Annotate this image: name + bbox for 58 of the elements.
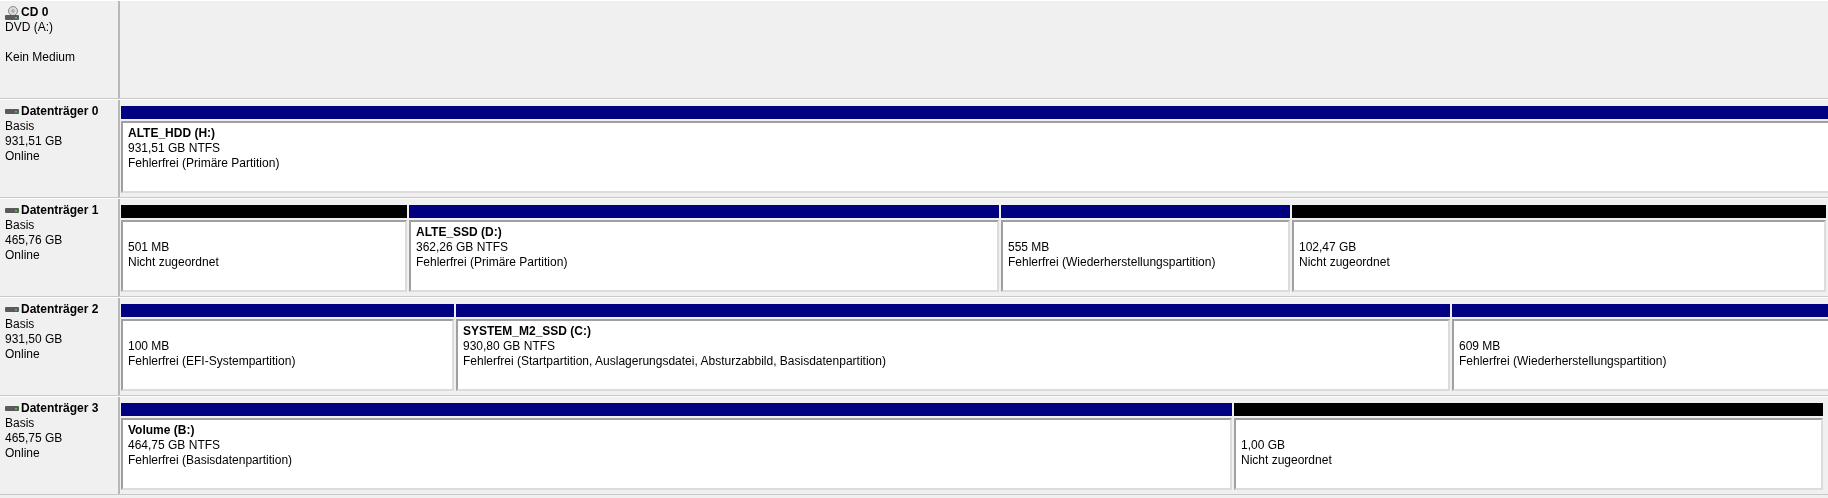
disk-info: Kein Medium bbox=[5, 50, 77, 65]
hard-drive-icon bbox=[5, 306, 19, 313]
partition-block[interactable]: 102,47 GB Nicht zugeordnet bbox=[1292, 220, 1826, 292]
disk-info: 465,76 GB bbox=[5, 233, 64, 248]
partition-size: 931,51 GB NTFS bbox=[128, 141, 222, 156]
partition-size: 501 MB bbox=[128, 240, 171, 255]
partition-status: Fehlerfrei (Wiederherstellungspartition) bbox=[1459, 354, 1668, 369]
disk-info: Basis bbox=[5, 416, 36, 431]
partition-status: Fehlerfrei (Startpartition, Auslagerungsdatei, Absturzabbild, Basisdatenpartition) bbox=[463, 354, 887, 369]
hard-drive-icon bbox=[5, 108, 19, 115]
hard-drive-icon bbox=[5, 207, 19, 214]
partition-status: Nicht zugeordnet bbox=[128, 255, 220, 270]
partition-size: 100 MB bbox=[128, 339, 171, 354]
partition-block[interactable]: ALTE_SSD (D:) 362,26 GB NTFS Fehlerfrei (Primäre Partition) bbox=[409, 220, 999, 292]
disk-name: Datenträger 3 bbox=[21, 401, 99, 416]
partition-block[interactable]: Volume (B:) 464,75 GB NTFS Fehlerfrei (Basisdatenpartition) bbox=[121, 418, 1232, 490]
disk-info: 465,75 GB bbox=[5, 431, 64, 446]
partition-size: 1,00 GB bbox=[1241, 438, 1287, 453]
disk-info: Online bbox=[5, 149, 41, 164]
volume-name: Volume (B:) bbox=[128, 423, 196, 438]
partition-size: 362,26 GB NTFS bbox=[416, 240, 510, 255]
partition-block[interactable]: ALTE_HDD (H:) 931,51 GB NTFS Fehlerfrei (Primäre Partition) bbox=[121, 121, 1828, 193]
disk-info: Basis bbox=[5, 218, 36, 233]
volume-name: ALTE_HDD (H:) bbox=[128, 126, 217, 141]
disk-name: Datenträger 1 bbox=[21, 203, 99, 218]
partition-size: 555 MB bbox=[1008, 240, 1051, 255]
disk-name: Datenträger 0 bbox=[21, 104, 99, 119]
disk-name: CD 0 bbox=[21, 5, 49, 20]
partition-size: 930,80 GB NTFS bbox=[463, 339, 557, 354]
partition-block[interactable]: SYSTEM_M2_SSD (C:) 930,80 GB NTFS Fehlerfrei (Startpartition, Auslagerungsdatei, Absturzabbild, Basisdatenpartition) bbox=[456, 319, 1450, 391]
disk-info: DVD (A:) bbox=[5, 20, 54, 35]
volume-name: ALTE_SSD (D:) bbox=[416, 225, 503, 240]
partition-status: Nicht zugeordnet bbox=[1241, 453, 1333, 468]
partition-block[interactable]: 555 MB Fehlerfrei (Wiederherstellungspartition) bbox=[1001, 220, 1290, 292]
partition-status: Fehlerfrei (Primäre Partition) bbox=[128, 156, 281, 171]
partition-block[interactable]: 1,00 GB Nicht zugeordnet bbox=[1234, 418, 1823, 490]
partition-status: Nicht zugeordnet bbox=[1299, 255, 1391, 270]
partition-status: Fehlerfrei (EFI-Systempartition) bbox=[128, 354, 297, 369]
disk-info: 931,50 GB bbox=[5, 332, 64, 347]
partition-size: 609 MB bbox=[1459, 339, 1502, 354]
disk-info: Online bbox=[5, 248, 41, 263]
partition-block[interactable]: 501 MB Nicht zugeordnet bbox=[121, 220, 407, 292]
hard-drive-icon bbox=[5, 405, 19, 412]
partition-status: Fehlerfrei (Basisdatenpartition) bbox=[128, 453, 294, 468]
partition-block[interactable]: 100 MB Fehlerfrei (EFI-Systempartition) bbox=[121, 319, 454, 391]
partition-size: 464,75 GB NTFS bbox=[128, 438, 222, 453]
disk-info: Basis bbox=[5, 317, 36, 332]
partition-status: Fehlerfrei (Wiederherstellungspartition) bbox=[1008, 255, 1217, 270]
volume-name: SYSTEM_M2_SSD (C:) bbox=[463, 324, 593, 339]
partition-block[interactable]: 609 MB Fehlerfrei (Wiederherstellungspartition) bbox=[1452, 319, 1828, 391]
disk-info: 931,51 GB bbox=[5, 134, 64, 149]
disk-name: Datenträger 2 bbox=[21, 302, 99, 317]
cd-drive-icon bbox=[5, 5, 19, 20]
partition-size: 102,47 GB bbox=[1299, 240, 1358, 255]
partition-status: Fehlerfrei (Primäre Partition) bbox=[416, 255, 569, 270]
disk-info: Basis bbox=[5, 119, 36, 134]
disk-info: Online bbox=[5, 446, 41, 461]
disk-info: Online bbox=[5, 347, 41, 362]
